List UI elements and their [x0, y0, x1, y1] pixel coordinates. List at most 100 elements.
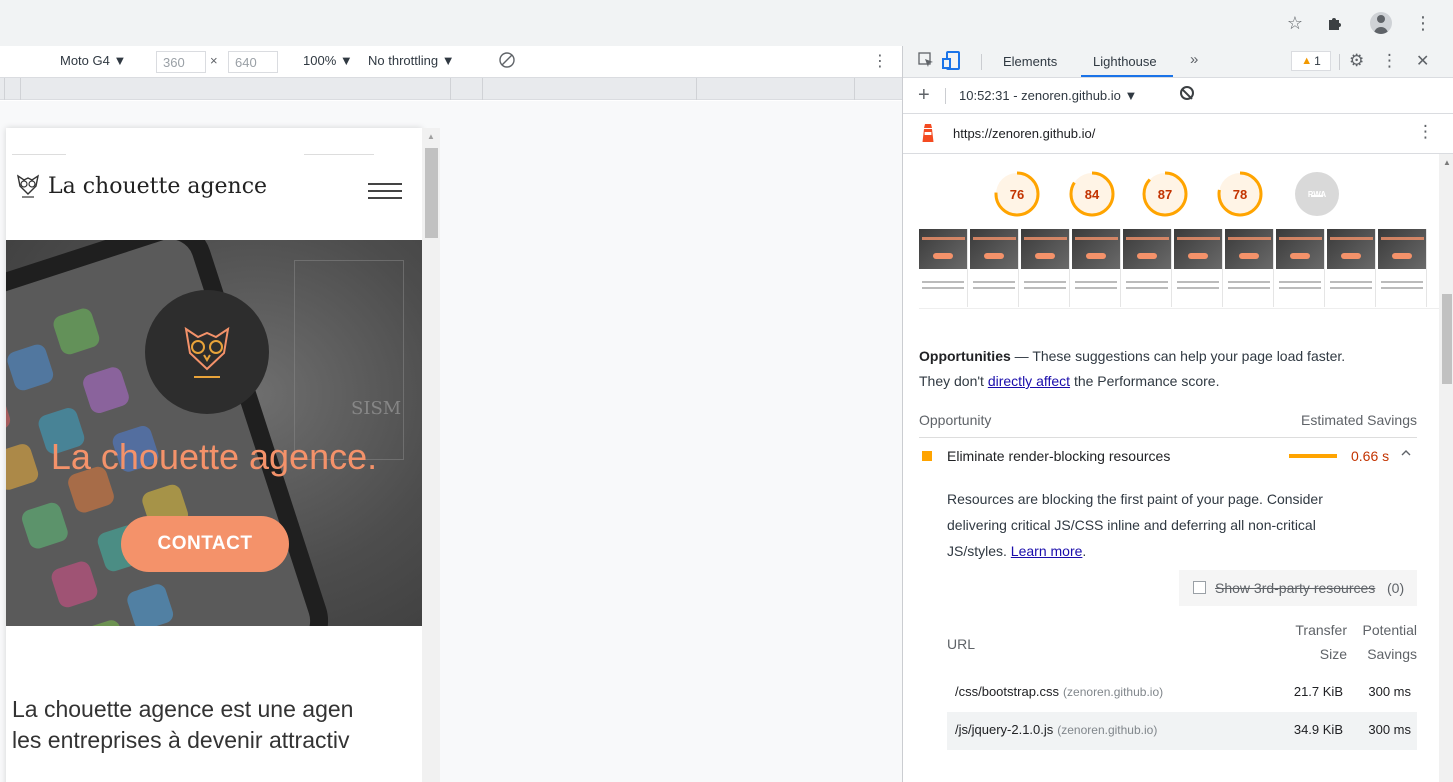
warning-count: 1 — [1314, 54, 1321, 68]
resource-url[interactable]: /css/bootstrap.css (zenoren.github.io) — [955, 684, 1163, 699]
intro-line: les entreprises à devenir attractiv — [12, 727, 350, 753]
filmstrip-frame — [1072, 229, 1121, 307]
toolbar-divider — [981, 54, 982, 70]
table-row: /css/bootstrap.css (zenoren.github.io) 21… — [947, 674, 1417, 712]
media-query-bar[interactable] — [0, 78, 902, 100]
potential-savings: 300 ms — [1368, 684, 1411, 699]
inspect-element-icon[interactable] — [918, 52, 934, 72]
scroll-up-arrow-icon[interactable]: ▲ — [1443, 158, 1451, 167]
hamburger-menu-icon[interactable] — [368, 183, 402, 204]
resource-host: (zenoren.github.io) — [1063, 685, 1164, 699]
filmstrip-frame — [1327, 229, 1376, 307]
devtools-tabbar: Elements Lighthouse » ▲ 1 ⚙ ⋮ ✕ — [903, 46, 1453, 78]
media-query-segment[interactable] — [450, 78, 451, 100]
contact-button[interactable]: CONTACT — [121, 516, 289, 572]
chevron-up-icon[interactable] — [1401, 446, 1411, 461]
score-value: 87 — [1157, 186, 1173, 202]
clear-reports-icon[interactable] — [1180, 86, 1194, 100]
lighthouse-icon — [922, 124, 934, 142]
learn-more-link[interactable]: Learn more — [1011, 543, 1083, 559]
media-query-segment[interactable] — [20, 78, 21, 100]
resource-url[interactable]: /js/jquery-2.1.0.js (zenoren.github.io) — [955, 722, 1157, 737]
report-scrollbar[interactable]: ▲ — [1439, 154, 1453, 782]
opportunities-text: These suggestions can help your page loa… — [1032, 348, 1346, 364]
page-scrollbar[interactable]: ▲ — [422, 128, 440, 782]
audit-title: Eliminate render-blocking resources — [947, 448, 1171, 464]
close-icon[interactable]: ✕ — [1416, 51, 1429, 71]
score-gauge[interactable]: 76 — [993, 170, 1041, 218]
third-party-checkbox[interactable] — [1193, 581, 1206, 594]
filmstrip-frame — [1378, 229, 1427, 307]
media-query-segment[interactable] — [854, 78, 855, 100]
intro-line: La chouette agence est une agen — [12, 696, 354, 722]
device-viewport-area: La chouette agence SISM La chouette agen… — [0, 101, 902, 782]
header-text: Savings — [1367, 646, 1417, 662]
score-gauge[interactable]: 78 — [1216, 170, 1264, 218]
profile-avatar-icon[interactable] — [1368, 10, 1394, 36]
pwa-gauge[interactable]: PWA — [1293, 170, 1341, 218]
filmstrip-frame — [970, 229, 1019, 307]
opportunities-text: the Performance score. — [1070, 373, 1220, 389]
lighthouse-report: 76 84 87 78 PWA Opportunities — These sugges… — [903, 154, 1439, 782]
scroll-up-arrow-icon[interactable]: ▲ — [427, 132, 435, 141]
viewport-height-input[interactable]: 640 — [228, 51, 278, 73]
resources-table: URL Transfer Size Potential Savings /css… — [947, 618, 1417, 750]
hero-title: La chouette agence. — [50, 436, 378, 477]
filmstrip-frame — [919, 229, 968, 307]
devtools-menu-icon[interactable]: ⋮ — [1381, 51, 1398, 71]
table-row: /js/jquery-2.1.0.js (zenoren.github.io) 3… — [947, 712, 1417, 750]
viewport-width-input[interactable]: 360 — [156, 51, 206, 73]
scrollbar-thumb[interactable] — [1442, 294, 1452, 384]
report-url: https://zenoren.github.io/ — [953, 126, 1096, 141]
header-text: Potential — [1362, 622, 1417, 638]
device-toolbar-more-icon[interactable]: ⋮ — [872, 51, 888, 71]
directly-affect-link[interactable]: directly affect — [988, 373, 1070, 389]
opportunities-title: Opportunities — [919, 348, 1011, 364]
header-divider — [12, 154, 66, 155]
settings-gear-icon[interactable]: ⚙ — [1349, 51, 1364, 71]
score-value: PWA — [1307, 189, 1327, 199]
resource-path: /css/bootstrap.css — [955, 684, 1060, 699]
warnings-badge[interactable]: ▲ 1 — [1291, 51, 1331, 71]
media-query-segment[interactable] — [482, 78, 483, 100]
emulated-page: La chouette agence SISM La chouette agen… — [6, 128, 422, 782]
filmstrip-frame — [1123, 229, 1172, 307]
more-tabs-icon[interactable]: » — [1190, 51, 1198, 68]
opportunities-table-header: Opportunity Estimated Savings — [919, 408, 1417, 438]
media-query-segment[interactable] — [696, 78, 697, 100]
potential-savings-column-header: Potential Savings — [1353, 618, 1417, 666]
dimension-separator: × — [210, 53, 218, 68]
toolbar-divider — [945, 88, 946, 104]
throttling-select[interactable]: No throttling ▼ — [368, 53, 455, 68]
opportunity-column-header: Opportunity — [919, 412, 992, 428]
site-logo-text: La chouette agence — [48, 173, 268, 199]
report-select[interactable]: 10:52:31 - zenoren.github.io ▼ — [959, 88, 1137, 103]
audit-render-blocking[interactable]: Eliminate render-blocking resources 0.66… — [919, 440, 1417, 472]
extensions-puzzle-icon[interactable] — [1322, 10, 1348, 36]
device-toolbar-toggle-icon[interactable] — [942, 51, 960, 70]
site-logo[interactable]: La chouette agence — [14, 172, 267, 200]
resource-host: (zenoren.github.io) — [1057, 723, 1158, 737]
zoom-select[interactable]: 100% ▼ — [303, 53, 353, 68]
potential-savings: 300 ms — [1368, 722, 1411, 737]
new-report-plus-icon[interactable]: + — [918, 84, 930, 107]
filmstrip-frame — [1174, 229, 1223, 307]
media-query-segment[interactable] — [4, 78, 5, 100]
score-gauge[interactable]: 84 — [1068, 170, 1116, 218]
tab-lighthouse[interactable]: Lighthouse — [1093, 54, 1157, 69]
audit-description-text: Resources are blocking the first paint o… — [947, 491, 1323, 559]
estimated-savings-column-header: Estimated Savings — [1301, 412, 1417, 428]
header-divider — [304, 154, 374, 155]
scrollbar-thumb[interactable] — [425, 148, 438, 238]
device-select[interactable]: Moto G4 ▼ — [60, 53, 126, 68]
rotate-icon[interactable] — [498, 51, 516, 74]
tab-elements[interactable]: Elements — [1003, 54, 1057, 69]
score-gauge[interactable]: 87 — [1141, 170, 1189, 218]
transfer-size: 34.9 KiB — [1293, 722, 1343, 737]
third-party-label[interactable]: Show 3rd-party resources — [1215, 580, 1375, 596]
active-tab-indicator — [1081, 75, 1173, 77]
audit-description: Resources are blocking the first paint o… — [947, 486, 1347, 564]
report-menu-icon[interactable]: ⋮ — [1417, 122, 1434, 142]
bookmark-star-icon[interactable]: ☆ — [1282, 10, 1308, 36]
browser-menu-icon[interactable]: ⋮ — [1410, 10, 1436, 36]
